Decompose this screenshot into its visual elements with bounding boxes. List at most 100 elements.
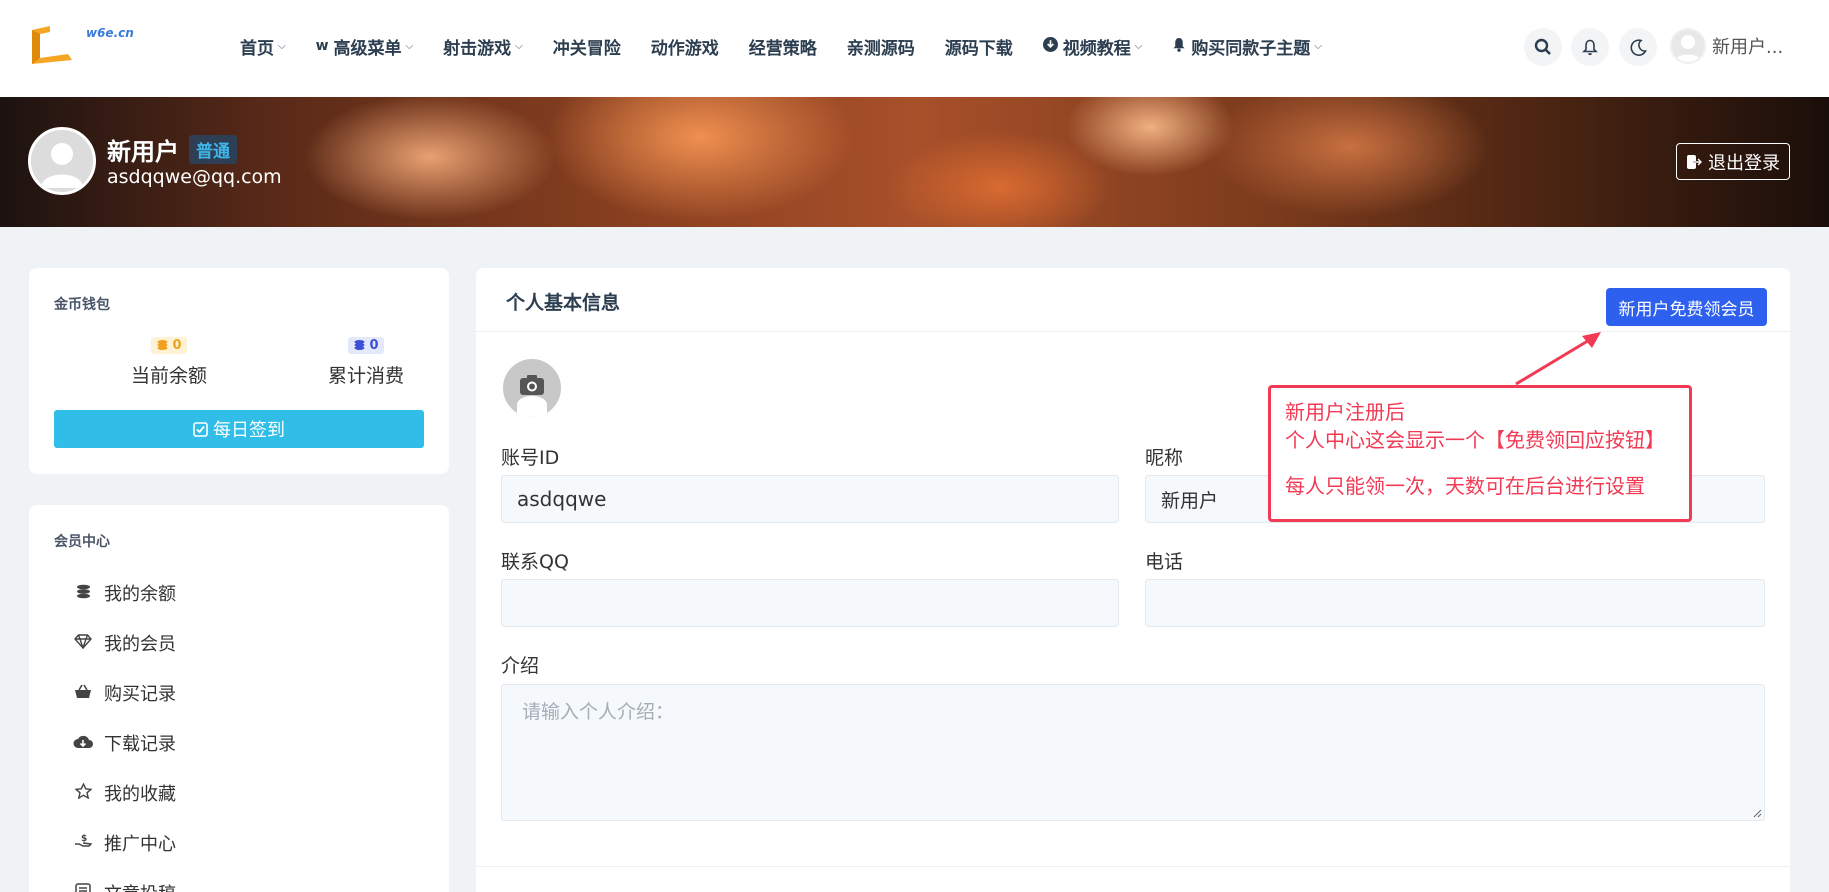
hand-dollar-icon: $ (72, 833, 94, 853)
notification-button[interactable] (1571, 28, 1609, 66)
resize-handle-icon[interactable] (1752, 808, 1762, 818)
nav-tested-source[interactable]: 亲测源码 (847, 32, 915, 60)
panel-title: 个人基本信息 (506, 292, 621, 314)
balance-stat[interactable]: 0 当前余额 (99, 336, 239, 388)
intro-textarea[interactable]: 请输入个人介绍： (501, 684, 1765, 821)
logout-button[interactable]: 退出登录 (1676, 143, 1790, 180)
qq-label: 联系QQ (501, 551, 569, 573)
menu-label: 推广中心 (104, 834, 176, 855)
nav-label: 经营策略 (748, 38, 817, 59)
menu-item-affiliate[interactable]: $ 推广中心 (72, 830, 176, 856)
account-id-field[interactable]: asdqqwe (501, 475, 1119, 523)
nav-label: 动作游戏 (650, 38, 719, 59)
chevron-down-icon: ⌵ (515, 40, 523, 52)
edit-icon (72, 883, 94, 892)
nav-label: 首页 (240, 38, 274, 59)
balance-value: 0 (172, 337, 182, 353)
profile-name-row: 新用户 普通 (107, 132, 237, 167)
menu-item-membership[interactable]: 我的会员 (72, 630, 176, 656)
menu-label: 我的会员 (104, 634, 176, 655)
annotation-line: 每人只能领一次，天数可在后台进行设置 (1285, 474, 1645, 498)
daily-checkin-button[interactable]: 每日签到 (54, 410, 424, 448)
avatar-upload[interactable] (503, 359, 561, 417)
moon-icon (1629, 38, 1647, 56)
nav-label: 高级菜单 (333, 38, 402, 59)
nav-strategy[interactable]: 经营策略 (749, 32, 817, 60)
level-badge: 普通 (189, 135, 237, 164)
coins-icon (354, 340, 365, 350)
profile-avatar[interactable] (28, 127, 96, 195)
spent-stat[interactable]: 0 累计消费 (296, 336, 436, 388)
nav-label: 冲关冒险 (552, 38, 621, 59)
nav-label: 射击游戏 (443, 38, 512, 59)
member-center-card: 会员中心 我的余额 我的会员 购买记录 下载记录 我的收藏 $ 推广中心 文章投… (29, 505, 449, 892)
intro-label: 介绍 (501, 655, 540, 677)
nav-advanced-menu[interactable]: w 高级菜单 ⌵ (316, 32, 414, 60)
profile-banner (0, 97, 1829, 227)
phone-field[interactable] (1145, 579, 1765, 627)
nav-source-download[interactable]: 源码下载 (945, 32, 1013, 60)
nav-home[interactable]: 首页 ⌵ (240, 32, 286, 60)
spent-value: 0 (369, 337, 379, 353)
sign-out-icon (1687, 154, 1703, 169)
nav-video-tutorials[interactable]: 视频教程 ⌵ (1042, 32, 1143, 60)
menu-label: 下载记录 (104, 734, 176, 755)
nav-shooter-games[interactable]: 射击游戏 ⌵ (443, 32, 523, 60)
qq-field[interactable] (501, 579, 1119, 627)
nav-action-games[interactable]: 动作游戏 (651, 32, 719, 60)
member-center-title: 会员中心 (54, 534, 110, 550)
top-navbar: w6e.cn 首页 ⌵ w 高级菜单 ⌵ 射击游戏 ⌵ 冲关冒险 动作游戏 经营… (0, 0, 1829, 97)
nickname-label: 昵称 (1145, 447, 1184, 469)
svg-text:$: $ (81, 834, 87, 844)
logout-label: 退出登录 (1708, 152, 1780, 174)
wallet-title: 金币钱包 (54, 297, 110, 313)
nav-label: 视频教程 (1062, 38, 1131, 59)
annotation-line: 新用户注册后 (1285, 400, 1405, 424)
search-button[interactable] (1524, 28, 1562, 66)
menu-label: 我的收藏 (104, 784, 176, 805)
free-vip-button[interactable]: 新用户免费领会员 (1606, 288, 1767, 326)
basket-icon (72, 684, 94, 703)
menu-item-balance[interactable]: 我的余额 (72, 580, 176, 606)
w-icon: w (315, 38, 329, 54)
balance-label: 当前余额 (130, 365, 207, 387)
nav-buy-theme[interactable]: 购买同款子主题 ⌵ (1172, 32, 1322, 60)
profile-name: 新用户 (107, 138, 179, 166)
nav-label: 购买同款子主题 (1191, 38, 1311, 59)
camera-icon (517, 375, 547, 417)
diamond-icon (72, 633, 94, 653)
user-menu[interactable]: 新用户... (1670, 28, 1783, 64)
main-nav: 首页 ⌵ w 高级菜单 ⌵ 射击游戏 ⌵ 冲关冒险 动作游戏 经营策略 亲测源码… (240, 32, 1352, 60)
nav-adventure[interactable]: 冲关冒险 (553, 32, 621, 60)
cloud-download-icon (72, 734, 94, 753)
menu-item-downloads[interactable]: 下载记录 (72, 730, 176, 756)
bell-icon (1172, 37, 1186, 56)
menu-item-submit-article[interactable]: 文章投稿 (72, 880, 176, 892)
spent-badge: 0 (348, 336, 384, 354)
check-square-icon (193, 421, 208, 437)
wallet-card: 金币钱包 0 当前余额 0 累计消费 每日签到 (29, 268, 449, 474)
avatar (1670, 28, 1706, 64)
chevron-down-icon: ⌵ (1134, 40, 1143, 52)
annotation-line: 个人中心这会显示一个【免费领回应按钮】 (1285, 428, 1665, 452)
checkin-label: 每日签到 (213, 420, 285, 441)
spent-label: 累计消费 (327, 365, 404, 387)
chevron-down-icon: ⌵ (405, 40, 414, 52)
chevron-down-icon: ⌵ (278, 40, 286, 52)
chevron-down-icon: ⌵ (1314, 40, 1322, 52)
download-circle-icon (1042, 36, 1058, 56)
annotation-arrow (1515, 332, 1601, 386)
menu-label: 我的余额 (104, 584, 176, 605)
menu-label: 文章投稿 (104, 880, 176, 892)
account-id-label: 账号ID (501, 447, 560, 469)
user-icon (1675, 35, 1701, 62)
divider (476, 866, 1790, 867)
theme-toggle-button[interactable] (1619, 28, 1657, 66)
menu-item-purchases[interactable]: 购买记录 (72, 680, 176, 706)
balance-badge: 0 (151, 336, 187, 354)
nav-label: 源码下载 (944, 38, 1013, 59)
site-logo[interactable] (28, 24, 78, 66)
bell-icon (1582, 39, 1598, 55)
menu-label: 购买记录 (104, 684, 176, 705)
menu-item-favorites[interactable]: 我的收藏 (72, 780, 176, 806)
